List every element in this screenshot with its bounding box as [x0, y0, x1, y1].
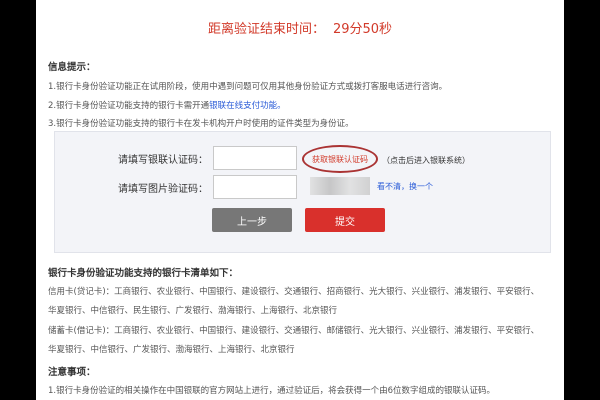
sms-code-input[interactable]: [213, 146, 297, 170]
submit-button[interactable]: 提交: [305, 208, 385, 232]
countdown-value: 29分50秒: [332, 22, 393, 37]
verification-form: 请填写银联认证码： 获取银联认证码 （点击后进入银联系统） 请填写图片验证码： …: [54, 131, 551, 253]
verification-page: 距离验证结束时间： 29分50秒 信息提示： 1.银行卡身份验证功能正在试用阶段，…: [36, 0, 564, 400]
notes-title: 注意事项：: [48, 367, 96, 378]
captcha-image[interactable]: [310, 177, 370, 195]
credit-cards-row-2: 华夏银行、中信银行、民生银行、广发银行、渤海银行、上海银行、北京银行: [48, 306, 338, 316]
info-line-1: 1.银行卡身份验证功能正在试用阶段，使用中遇到问题可仅用其他身份验证方式或拨打客…: [48, 82, 448, 92]
sms-code-label: 请填写银联认证码：: [118, 155, 208, 166]
info-line-3: 3.银行卡身份验证功能支持的银行卡在发卡机构开户时使用的证件类型为身份证。: [48, 119, 354, 129]
info-line-2: 2.银行卡身份验证功能支持的银行卡需开通银联在线支付功能。: [48, 99, 286, 111]
refresh-captcha-link[interactable]: 看不清，换一个: [377, 181, 433, 192]
credit-cards-row-1: 信用卡(贷记卡)：工商银行、农业银行、中国银行、建设银行、交通银行、招商银行、光…: [48, 287, 540, 297]
unionpay-online-link[interactable]: 银联在线支付功能。: [209, 101, 286, 111]
captcha-input[interactable]: [213, 175, 297, 199]
previous-step-button[interactable]: 上一步: [212, 208, 292, 232]
info-title: 信息提示：: [48, 62, 96, 73]
captcha-label: 请填写图片验证码：: [118, 184, 208, 195]
debit-cards-row-2: 华夏银行、中信银行、广发银行、渤海银行、上海银行、北京银行: [48, 345, 295, 355]
get-sms-code-button[interactable]: 获取银联认证码: [302, 145, 378, 173]
bank-list-title: 银行卡身份验证功能支持的银行卡清单如下：: [48, 268, 239, 279]
notes-line-1: 1.银行卡身份验证的相关操作在中国银联的官方网站上进行，通过验证后，将会获得一个…: [48, 386, 496, 396]
debit-cards-row-1: 储蓄卡(借记卡)：工商银行、农业银行、中国银行、建设银行、交通银行、邮储银行、光…: [48, 326, 540, 336]
countdown-label: 距离验证结束时间：: [207, 22, 325, 37]
sms-hint: （点击后进入银联系统）: [382, 156, 470, 165]
countdown-timer: 距离验证结束时间： 29分50秒: [36, 18, 564, 37]
info-line-2-text: 2.银行卡身份验证功能支持的银行卡需开通: [48, 101, 210, 111]
